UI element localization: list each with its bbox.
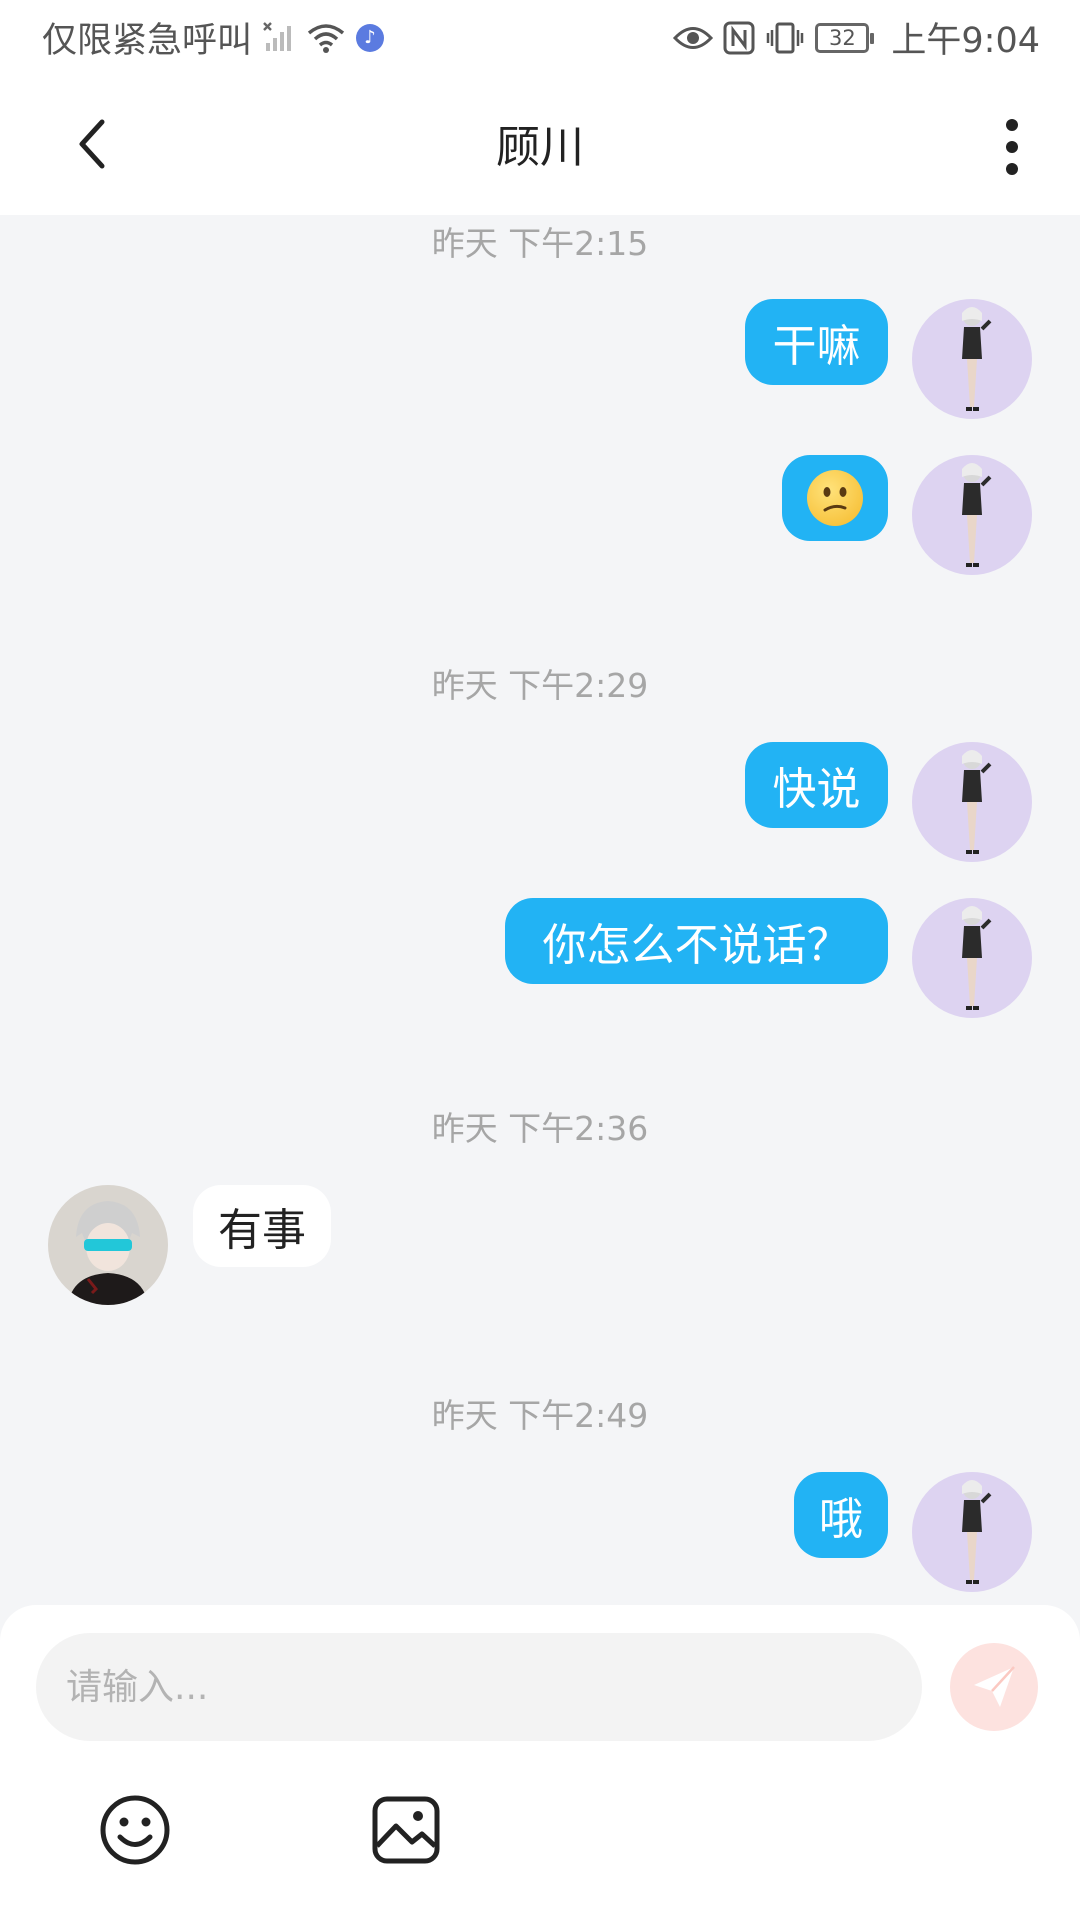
message-text: 快说: [772, 764, 861, 815]
carrier-text: 仅限紧急呼叫: [42, 21, 253, 61]
message-text: 有事: [218, 1205, 306, 1256]
message-text: 干嘛: [772, 321, 861, 372]
nfc-icon: [723, 21, 755, 55]
message-bubble-sent[interactable]: 哦: [794, 1472, 888, 1558]
send-icon: [974, 1666, 1015, 1707]
image-button[interactable]: [366, 1790, 446, 1870]
contact-avatar[interactable]: [48, 1185, 168, 1305]
my-avatar[interactable]: [912, 898, 1032, 1018]
message-list[interactable]: 昨天 下午2:15 干嘛 昨天 下午2:29 快说 你怎么不说话？ 昨天 下午2…: [0, 215, 1080, 1605]
status-right: 32 上午9:04: [673, 12, 1040, 63]
send-button[interactable]: [950, 1643, 1038, 1731]
emoji-icon: [100, 1795, 170, 1865]
eye-icon: [673, 23, 714, 53]
anime-character-avatar-icon: [962, 463, 992, 567]
message-input[interactable]: [36, 1633, 922, 1741]
my-avatar[interactable]: [912, 742, 1032, 862]
battery-level: 32: [829, 25, 856, 50]
silver-hair-character-avatar-icon: [68, 1201, 148, 1305]
music-app-icon: ♪: [356, 23, 385, 52]
chat-header: 顾川: [0, 75, 1080, 215]
message-bubble-sent[interactable]: 你怎么不说话？: [505, 898, 888, 984]
anime-character-avatar-icon: [962, 750, 992, 854]
message-bubble-received[interactable]: 有事: [193, 1185, 331, 1267]
message-text: 你怎么不说话？: [542, 920, 851, 971]
timestamp: 昨天 下午2:36: [431, 1109, 649, 1148]
anime-character-avatar-icon: [962, 307, 992, 411]
my-avatar[interactable]: [912, 455, 1032, 575]
my-avatar[interactable]: [912, 299, 1032, 419]
wifi-icon: [306, 21, 346, 55]
anime-character-avatar-icon: [962, 906, 992, 1010]
emoji-button[interactable]: [95, 1790, 175, 1870]
message-text: 哦: [819, 1494, 863, 1545]
anime-character-avatar-icon: [962, 1480, 992, 1584]
clock: 上午9:04: [891, 21, 1040, 61]
confused-face-emoji: [807, 470, 863, 526]
battery-icon: 32: [815, 22, 875, 53]
status-bar: 仅限紧急呼叫 ♪ 32 上午9:04: [0, 0, 1080, 75]
more-vertical-icon: [1006, 119, 1018, 175]
message-bubble-sent[interactable]: 快说: [745, 742, 888, 828]
signal-off-icon: [262, 21, 296, 55]
timestamp: 昨天 下午2:15: [431, 224, 649, 263]
more-options-button[interactable]: [988, 115, 1036, 179]
message-bubble-sent[interactable]: [782, 455, 888, 541]
contact-name: 顾川: [496, 122, 584, 173]
message-bubble-sent[interactable]: 干嘛: [745, 299, 888, 385]
image-icon: [372, 1796, 440, 1864]
vibrate-icon: [765, 21, 805, 55]
timestamp: 昨天 下午2:29: [431, 666, 649, 705]
timestamp: 昨天 下午2:49: [431, 1396, 649, 1435]
status-left: 仅限紧急呼叫 ♪: [42, 12, 385, 63]
my-avatar[interactable]: [912, 1472, 1032, 1592]
composer-panel: [0, 1605, 1080, 1920]
